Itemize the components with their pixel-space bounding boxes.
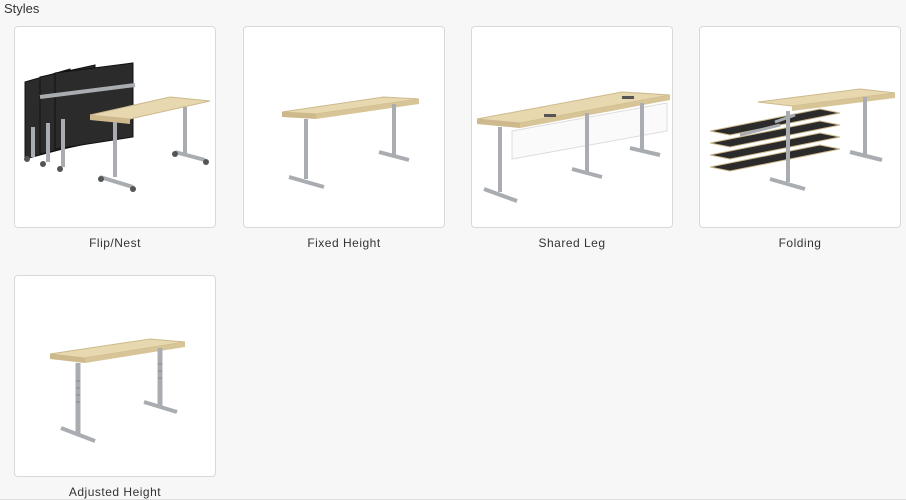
fixed-height-table-image — [243, 26, 445, 228]
adjusted-height-table-image — [14, 275, 216, 477]
style-option-adjusted-height[interactable]: Adjusted Height — [1, 275, 229, 499]
style-label: Shared Leg — [538, 236, 606, 250]
style-option-shared-leg[interactable]: Shared Leg — [458, 26, 686, 250]
style-option-fixed-height[interactable]: Fixed Height — [230, 26, 458, 250]
style-option-flip-nest[interactable]: Flip/Nest — [1, 26, 229, 250]
style-option-folding[interactable]: Folding — [686, 26, 906, 250]
style-label: Flip/Nest — [89, 236, 141, 250]
shared-leg-table-image — [471, 26, 673, 228]
style-label: Fixed Height — [307, 236, 381, 250]
folding-table-image — [699, 26, 901, 228]
flip-nest-table-image — [14, 26, 216, 228]
style-label: Adjusted Height — [68, 485, 162, 499]
section-title: Styles — [4, 1, 40, 16]
style-label: Folding — [778, 236, 822, 250]
